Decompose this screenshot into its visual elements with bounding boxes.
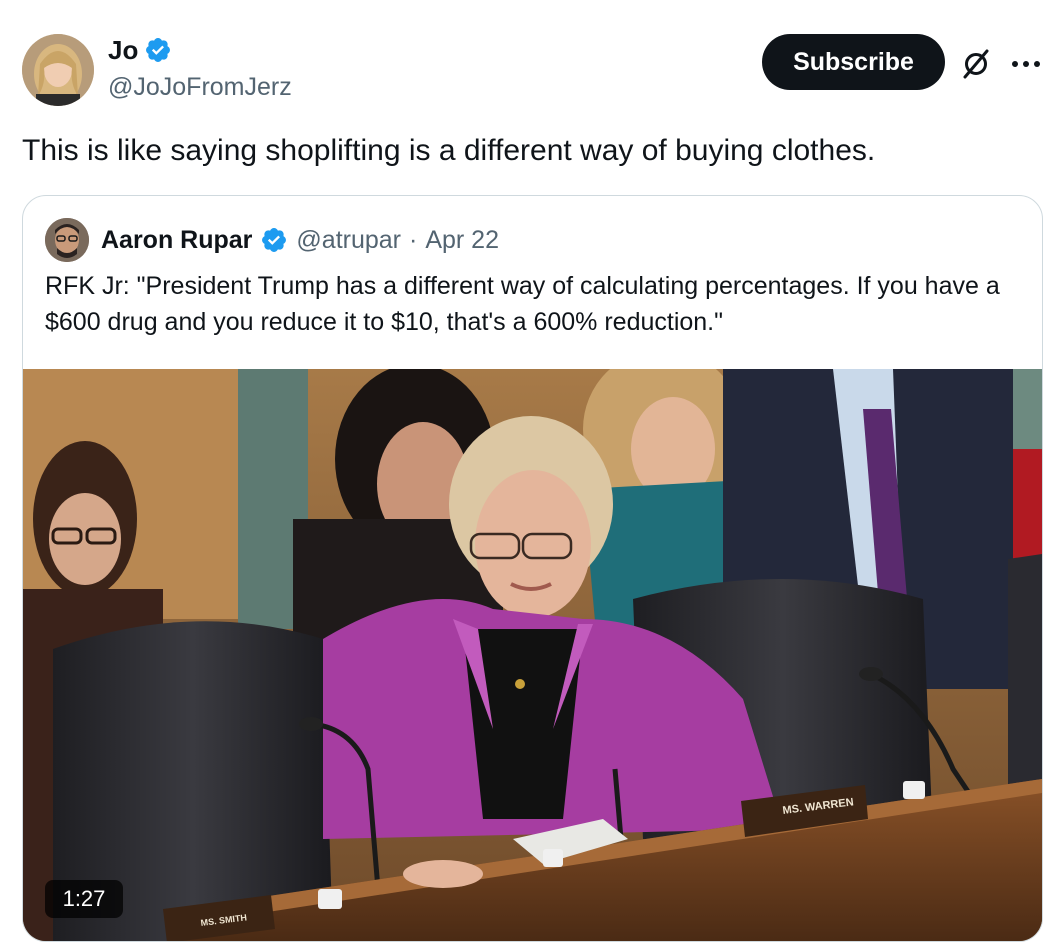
quoted-author-name[interactable]: Aaron Rupar	[101, 226, 252, 255]
video-player[interactable]: MS. WARREN MS. SMITH 1:27	[23, 369, 1042, 941]
quoted-author-avatar[interactable]	[45, 218, 89, 262]
author-name-row[interactable]: Jo	[108, 34, 172, 66]
author-avatar-image	[22, 34, 94, 106]
quoted-author-handle[interactable]: @atrupar	[296, 226, 401, 255]
quoted-date[interactable]: Apr 22	[425, 226, 499, 255]
more-horizontal-icon[interactable]	[1006, 44, 1046, 84]
quoted-tweet-card[interactable]: Aaron Rupar @atrupar · Apr 22 RFK Jr: "P…	[22, 195, 1043, 942]
verified-badge-icon	[146, 38, 171, 62]
subscribe-button[interactable]: Subscribe	[762, 34, 945, 90]
video-duration-badge: 1:27	[45, 880, 123, 918]
quoted-tweet-text: RFK Jr: "President Trump has a different…	[45, 272, 1000, 336]
author-handle[interactable]: @JoJoFromJerz	[108, 72, 292, 102]
author-name[interactable]: Jo	[108, 34, 138, 66]
grok-icon[interactable]	[956, 44, 996, 84]
separator-dot: ·	[409, 225, 418, 254]
author-avatar[interactable]	[22, 34, 94, 106]
quoted-tweet-header: Aaron Rupar @atrupar · Apr 22	[45, 218, 499, 262]
tweet-text: This is like saying shoplifting is a dif…	[22, 134, 876, 167]
quoted-verified-badge-icon	[262, 228, 287, 252]
video-thumbnail: MS. WARREN MS. SMITH	[23, 369, 1042, 941]
